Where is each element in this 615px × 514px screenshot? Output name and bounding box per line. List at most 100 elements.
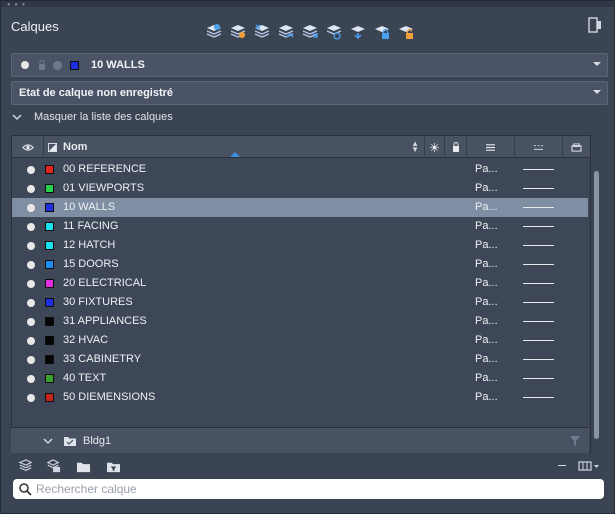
lineweight-line[interactable] bbox=[523, 264, 554, 265]
freeze-sun-icon[interactable] bbox=[53, 60, 62, 70]
visibility-dot-icon[interactable] bbox=[27, 242, 35, 250]
chevron-down-icon[interactable] bbox=[593, 90, 601, 94]
scrollbar-thumb[interactable] bbox=[594, 171, 599, 439]
layer-linetype[interactable]: Pa... bbox=[475, 258, 498, 270]
visibility-dot-icon[interactable] bbox=[21, 61, 29, 69]
layer-group-row[interactable]: Bldg1 bbox=[11, 427, 589, 453]
col-lock[interactable] bbox=[445, 136, 467, 158]
chevron-down-icon[interactable] bbox=[593, 62, 601, 66]
layer-color-swatch[interactable] bbox=[45, 336, 54, 345]
layer-linetype[interactable]: Pa... bbox=[475, 334, 498, 346]
lineweight-line[interactable] bbox=[523, 340, 554, 341]
new-layer-button[interactable] bbox=[204, 22, 223, 40]
layer-color-swatch[interactable] bbox=[45, 165, 54, 174]
lineweight-line[interactable] bbox=[523, 321, 554, 322]
lineweight-line[interactable] bbox=[523, 359, 554, 360]
chevron-down-icon[interactable] bbox=[43, 436, 53, 446]
dock-panel-icon[interactable] bbox=[588, 17, 602, 33]
unlock-layer-button[interactable] bbox=[396, 22, 415, 40]
layer-linetype[interactable]: Pa... bbox=[475, 391, 498, 403]
sort-updown-icon[interactable]: ▲ ▼ bbox=[411, 140, 419, 154]
layer-list-scrollbar[interactable] bbox=[593, 171, 601, 453]
folder-open-button[interactable] bbox=[75, 458, 92, 474]
collapse-minus-icon[interactable] bbox=[558, 465, 566, 466]
visibility-dot-icon[interactable] bbox=[27, 356, 35, 364]
unisolate-button[interactable] bbox=[348, 22, 367, 40]
current-layer-dropdown[interactable]: 10 WALLS bbox=[11, 53, 608, 77]
table-row[interactable]: 11 FACING Pa... bbox=[12, 217, 588, 236]
lineweight-line[interactable] bbox=[523, 207, 554, 208]
visibility-dot-icon[interactable] bbox=[27, 223, 35, 231]
new-layer-frozen-button[interactable] bbox=[228, 22, 247, 40]
hide-layer-list-toggle[interactable]: Masquer la liste des calques bbox=[11, 111, 173, 123]
table-row[interactable]: 50 DIEMENSIONS Pa... bbox=[12, 388, 588, 407]
lineweight-line[interactable] bbox=[523, 302, 554, 303]
visibility-dot-icon[interactable] bbox=[27, 375, 35, 383]
lock-icon[interactable] bbox=[38, 60, 46, 70]
isolate-button[interactable] bbox=[324, 22, 343, 40]
table-row[interactable]: 32 HVAC Pa... bbox=[12, 331, 588, 350]
match-layer-button[interactable] bbox=[300, 22, 319, 40]
set-current-button[interactable] bbox=[276, 22, 295, 40]
col-plot[interactable] bbox=[563, 136, 590, 158]
column-settings-icon[interactable] bbox=[578, 460, 600, 472]
layer-color-swatch[interactable] bbox=[45, 279, 54, 288]
col-lineweight[interactable] bbox=[467, 136, 515, 158]
layer-properties-button[interactable] bbox=[45, 458, 62, 474]
folder-filter-button[interactable] bbox=[105, 458, 122, 474]
layer-color-swatch[interactable] bbox=[45, 298, 54, 307]
lineweight-line[interactable] bbox=[523, 245, 554, 246]
lineweight-line[interactable] bbox=[523, 188, 554, 189]
lineweight-line[interactable] bbox=[523, 169, 554, 170]
table-row-selected[interactable]: 10 WALLS Pa... bbox=[12, 198, 588, 217]
layer-color-swatch[interactable] bbox=[45, 184, 54, 193]
layer-color-swatch[interactable] bbox=[45, 260, 54, 269]
layer-linetype[interactable]: Pa... bbox=[475, 353, 498, 365]
visibility-dot-icon[interactable] bbox=[27, 318, 35, 326]
delete-layer-button[interactable] bbox=[252, 22, 271, 40]
layer-stack-button[interactable] bbox=[17, 458, 34, 474]
col-linetype[interactable] bbox=[515, 136, 563, 158]
table-row[interactable]: 31 APPLIANCES Pa... bbox=[12, 312, 588, 331]
visibility-dot-icon[interactable] bbox=[27, 280, 35, 288]
table-row[interactable]: 30 FIXTURES Pa... bbox=[12, 293, 588, 312]
layer-linetype[interactable]: Pa... bbox=[475, 201, 498, 213]
lineweight-line[interactable] bbox=[523, 378, 554, 379]
layer-linetype[interactable]: Pa... bbox=[475, 163, 498, 175]
table-row[interactable]: 20 ELECTRICAL Pa... bbox=[12, 274, 588, 293]
layer-linetype[interactable]: Pa... bbox=[475, 315, 498, 327]
layer-color-swatch[interactable] bbox=[45, 393, 54, 402]
layer-color-swatch[interactable] bbox=[45, 374, 54, 383]
layer-linetype[interactable]: Pa... bbox=[475, 239, 498, 251]
layer-color-swatch[interactable] bbox=[45, 241, 54, 250]
layer-color-swatch[interactable] bbox=[45, 355, 54, 364]
table-row[interactable]: 00 REFERENCE Pa... bbox=[12, 160, 588, 179]
layer-color-swatch[interactable] bbox=[45, 222, 54, 231]
visibility-dot-icon[interactable] bbox=[27, 185, 35, 193]
visibility-dot-icon[interactable] bbox=[27, 394, 35, 402]
visibility-dot-icon[interactable] bbox=[27, 261, 35, 269]
col-freeze[interactable] bbox=[425, 136, 445, 158]
lineweight-line[interactable] bbox=[523, 283, 554, 284]
table-row[interactable]: 15 DOORS Pa... bbox=[12, 255, 588, 274]
current-layer-color-swatch[interactable] bbox=[70, 60, 79, 70]
search-bar[interactable] bbox=[13, 479, 604, 499]
table-row[interactable]: 33 CABINETRY Pa... bbox=[12, 350, 588, 369]
layer-color-swatch[interactable] bbox=[45, 203, 54, 212]
layer-linetype[interactable]: Pa... bbox=[475, 182, 498, 194]
col-visibility[interactable] bbox=[12, 136, 44, 158]
panel-grip[interactable]: ● ● ● bbox=[1, 1, 615, 8]
layer-linetype[interactable]: Pa... bbox=[475, 277, 498, 289]
layer-state-dropdown[interactable]: Etat de calque non enregistré bbox=[11, 81, 608, 105]
visibility-dot-icon[interactable] bbox=[27, 337, 35, 345]
layer-linetype[interactable]: Pa... bbox=[475, 296, 498, 308]
search-input[interactable] bbox=[36, 482, 576, 496]
visibility-dot-icon[interactable] bbox=[27, 166, 35, 174]
lock-layer-button[interactable] bbox=[372, 22, 391, 40]
table-row[interactable]: 40 TEXT Pa... bbox=[12, 369, 588, 388]
lineweight-line[interactable] bbox=[523, 226, 554, 227]
visibility-dot-icon[interactable] bbox=[27, 299, 35, 307]
filter-icon[interactable] bbox=[569, 435, 581, 447]
lineweight-line[interactable] bbox=[523, 397, 554, 398]
table-row[interactable]: 01 VIEWPORTS Pa... bbox=[12, 179, 588, 198]
